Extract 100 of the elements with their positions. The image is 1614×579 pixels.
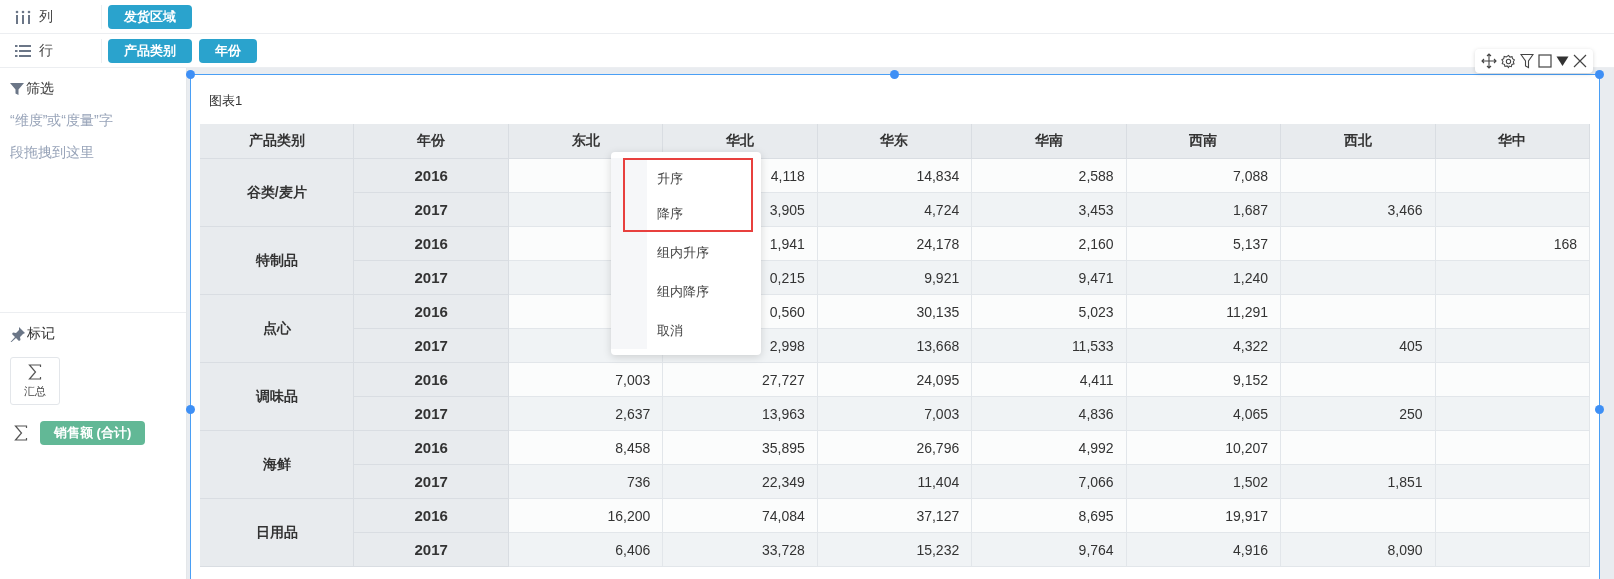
row-header: 2017 bbox=[354, 465, 509, 499]
table-cell: 6,406 bbox=[508, 533, 664, 567]
table-cell: 2,637 bbox=[508, 397, 664, 431]
table-cell: 11,291 bbox=[1126, 295, 1282, 329]
table-cell: 1,502 bbox=[1126, 465, 1282, 499]
table-cell: 13,963 bbox=[663, 397, 818, 431]
table-cell: 250 bbox=[1281, 397, 1436, 431]
table-cell: 5,023 bbox=[972, 295, 1127, 329]
table-cell: 7,003 bbox=[508, 363, 664, 397]
table-cell: 7,003 bbox=[817, 397, 973, 431]
sigma-icon bbox=[28, 363, 42, 380]
table-cell: 26,796 bbox=[817, 431, 973, 465]
mark-type-button[interactable]: 汇总 bbox=[10, 357, 60, 405]
table-cell: 37,127 bbox=[817, 499, 973, 533]
row-header: 日用品 bbox=[200, 499, 355, 567]
row-header: 2017 bbox=[354, 193, 509, 227]
shelf-label: 行 bbox=[39, 41, 53, 60]
table-cell: 2,160 bbox=[972, 227, 1127, 261]
table-cell: 24,178 bbox=[817, 227, 973, 261]
table-cell: 13,668 bbox=[817, 329, 973, 363]
resize-handle[interactable] bbox=[1595, 70, 1604, 79]
table-cell: 35,895 bbox=[663, 431, 818, 465]
table-cell: 5,137 bbox=[1126, 227, 1282, 261]
table-cell: 74,084 bbox=[663, 499, 818, 533]
column-header[interactable]: 华东 bbox=[817, 124, 973, 159]
row-header: 谷类/麦片 bbox=[200, 159, 355, 227]
table-cell: 3,466 bbox=[1281, 193, 1436, 227]
table-cell: 736 bbox=[508, 465, 664, 499]
table-cell: 4,992 bbox=[972, 431, 1127, 465]
table-cell: 3,453 bbox=[972, 193, 1127, 227]
table-cell: 4,065 bbox=[1126, 397, 1282, 431]
table-cell: 1,240 bbox=[1126, 261, 1282, 295]
row-header: 2016 bbox=[354, 431, 509, 465]
column-header[interactable]: 西北 bbox=[1281, 124, 1436, 159]
resize-handle[interactable] bbox=[1595, 405, 1604, 414]
section-title: 标记 bbox=[27, 325, 55, 343]
row-header: 调味品 bbox=[200, 363, 355, 431]
table-cell: 4,724 bbox=[817, 193, 973, 227]
row-header: 2017 bbox=[354, 397, 509, 431]
section-title: 筛选 bbox=[26, 80, 54, 98]
table-cell: 9,921 bbox=[817, 261, 973, 295]
row-header: 2016 bbox=[354, 363, 509, 397]
row-header: 2017 bbox=[354, 261, 509, 295]
table-cell: 4,836 bbox=[972, 397, 1127, 431]
table-cell: 8,695 bbox=[972, 499, 1127, 533]
table-cell: 10,207 bbox=[1126, 431, 1282, 465]
table-cell: 8,090 bbox=[1281, 533, 1436, 567]
table-cell: 27,727 bbox=[663, 363, 818, 397]
table-cell: 11,404 bbox=[817, 465, 973, 499]
shelf-label: 列 bbox=[39, 7, 53, 26]
table-cell: 11,533 bbox=[972, 329, 1127, 363]
filter-icon[interactable] bbox=[1520, 53, 1534, 69]
drop-hint: “维度”或“度量”字段拖拽到这里 bbox=[10, 111, 114, 162]
table-cell: 168 bbox=[1435, 227, 1590, 261]
row-header: 2016 bbox=[354, 499, 509, 533]
resize-handle[interactable] bbox=[186, 405, 195, 414]
table-cell: 7,066 bbox=[972, 465, 1127, 499]
table-cell: 405 bbox=[1281, 329, 1436, 363]
settings-icon[interactable] bbox=[1501, 53, 1516, 69]
table-cell: 16,200 bbox=[508, 499, 664, 533]
column-header[interactable]: 东北 bbox=[508, 124, 664, 159]
table-cell: 19,917 bbox=[1126, 499, 1282, 533]
table-cell: 1,687 bbox=[1126, 193, 1282, 227]
close-icon[interactable] bbox=[1573, 54, 1587, 68]
columns-icon bbox=[15, 9, 31, 24]
row-header: 2016 bbox=[354, 295, 509, 329]
table-cell: 8,458 bbox=[508, 431, 664, 465]
table-cell: 15,232 bbox=[817, 533, 973, 567]
filter-icon bbox=[10, 82, 24, 96]
row-header: 特制品 bbox=[200, 227, 355, 295]
column-header[interactable]: 年份 bbox=[354, 124, 509, 159]
table-cell: 30,135 bbox=[817, 295, 973, 329]
pin-icon bbox=[10, 326, 25, 342]
table-cell: 33,728 bbox=[663, 533, 818, 567]
chart-title: 图表1 bbox=[208, 92, 243, 110]
row-header: 点心 bbox=[200, 295, 355, 363]
resize-handle[interactable] bbox=[186, 70, 195, 79]
table-cell: 2,588 bbox=[972, 159, 1127, 193]
table-cell: 22,349 bbox=[663, 465, 818, 499]
table-cell: 7,088 bbox=[1126, 159, 1282, 193]
table-cell: 4,322 bbox=[1126, 329, 1282, 363]
row-header: 2016 bbox=[354, 159, 509, 193]
column-header[interactable]: 产品类别 bbox=[200, 124, 355, 159]
table-cell: 24,095 bbox=[817, 363, 973, 397]
table-cell: 1,851 bbox=[1281, 465, 1436, 499]
column-header[interactable]: 华中 bbox=[1435, 124, 1590, 159]
resize-handle[interactable] bbox=[890, 70, 899, 79]
row-header: 2017 bbox=[354, 533, 509, 567]
column-header[interactable]: 西南 bbox=[1126, 124, 1282, 159]
row-header: 海鲜 bbox=[200, 431, 355, 499]
table-cell: 9,471 bbox=[972, 261, 1127, 295]
table-cell: 9,152 bbox=[1126, 363, 1282, 397]
table-cell: 14,834 bbox=[817, 159, 973, 193]
table-cell: 4,411 bbox=[972, 363, 1127, 397]
move-icon[interactable] bbox=[1481, 53, 1497, 69]
column-header[interactable]: 华南 bbox=[972, 124, 1127, 159]
row-header: 2017 bbox=[354, 329, 509, 363]
table-cell: 9,764 bbox=[972, 533, 1127, 567]
table-cell: 4,916 bbox=[1126, 533, 1282, 567]
list-icon bbox=[15, 43, 31, 58]
